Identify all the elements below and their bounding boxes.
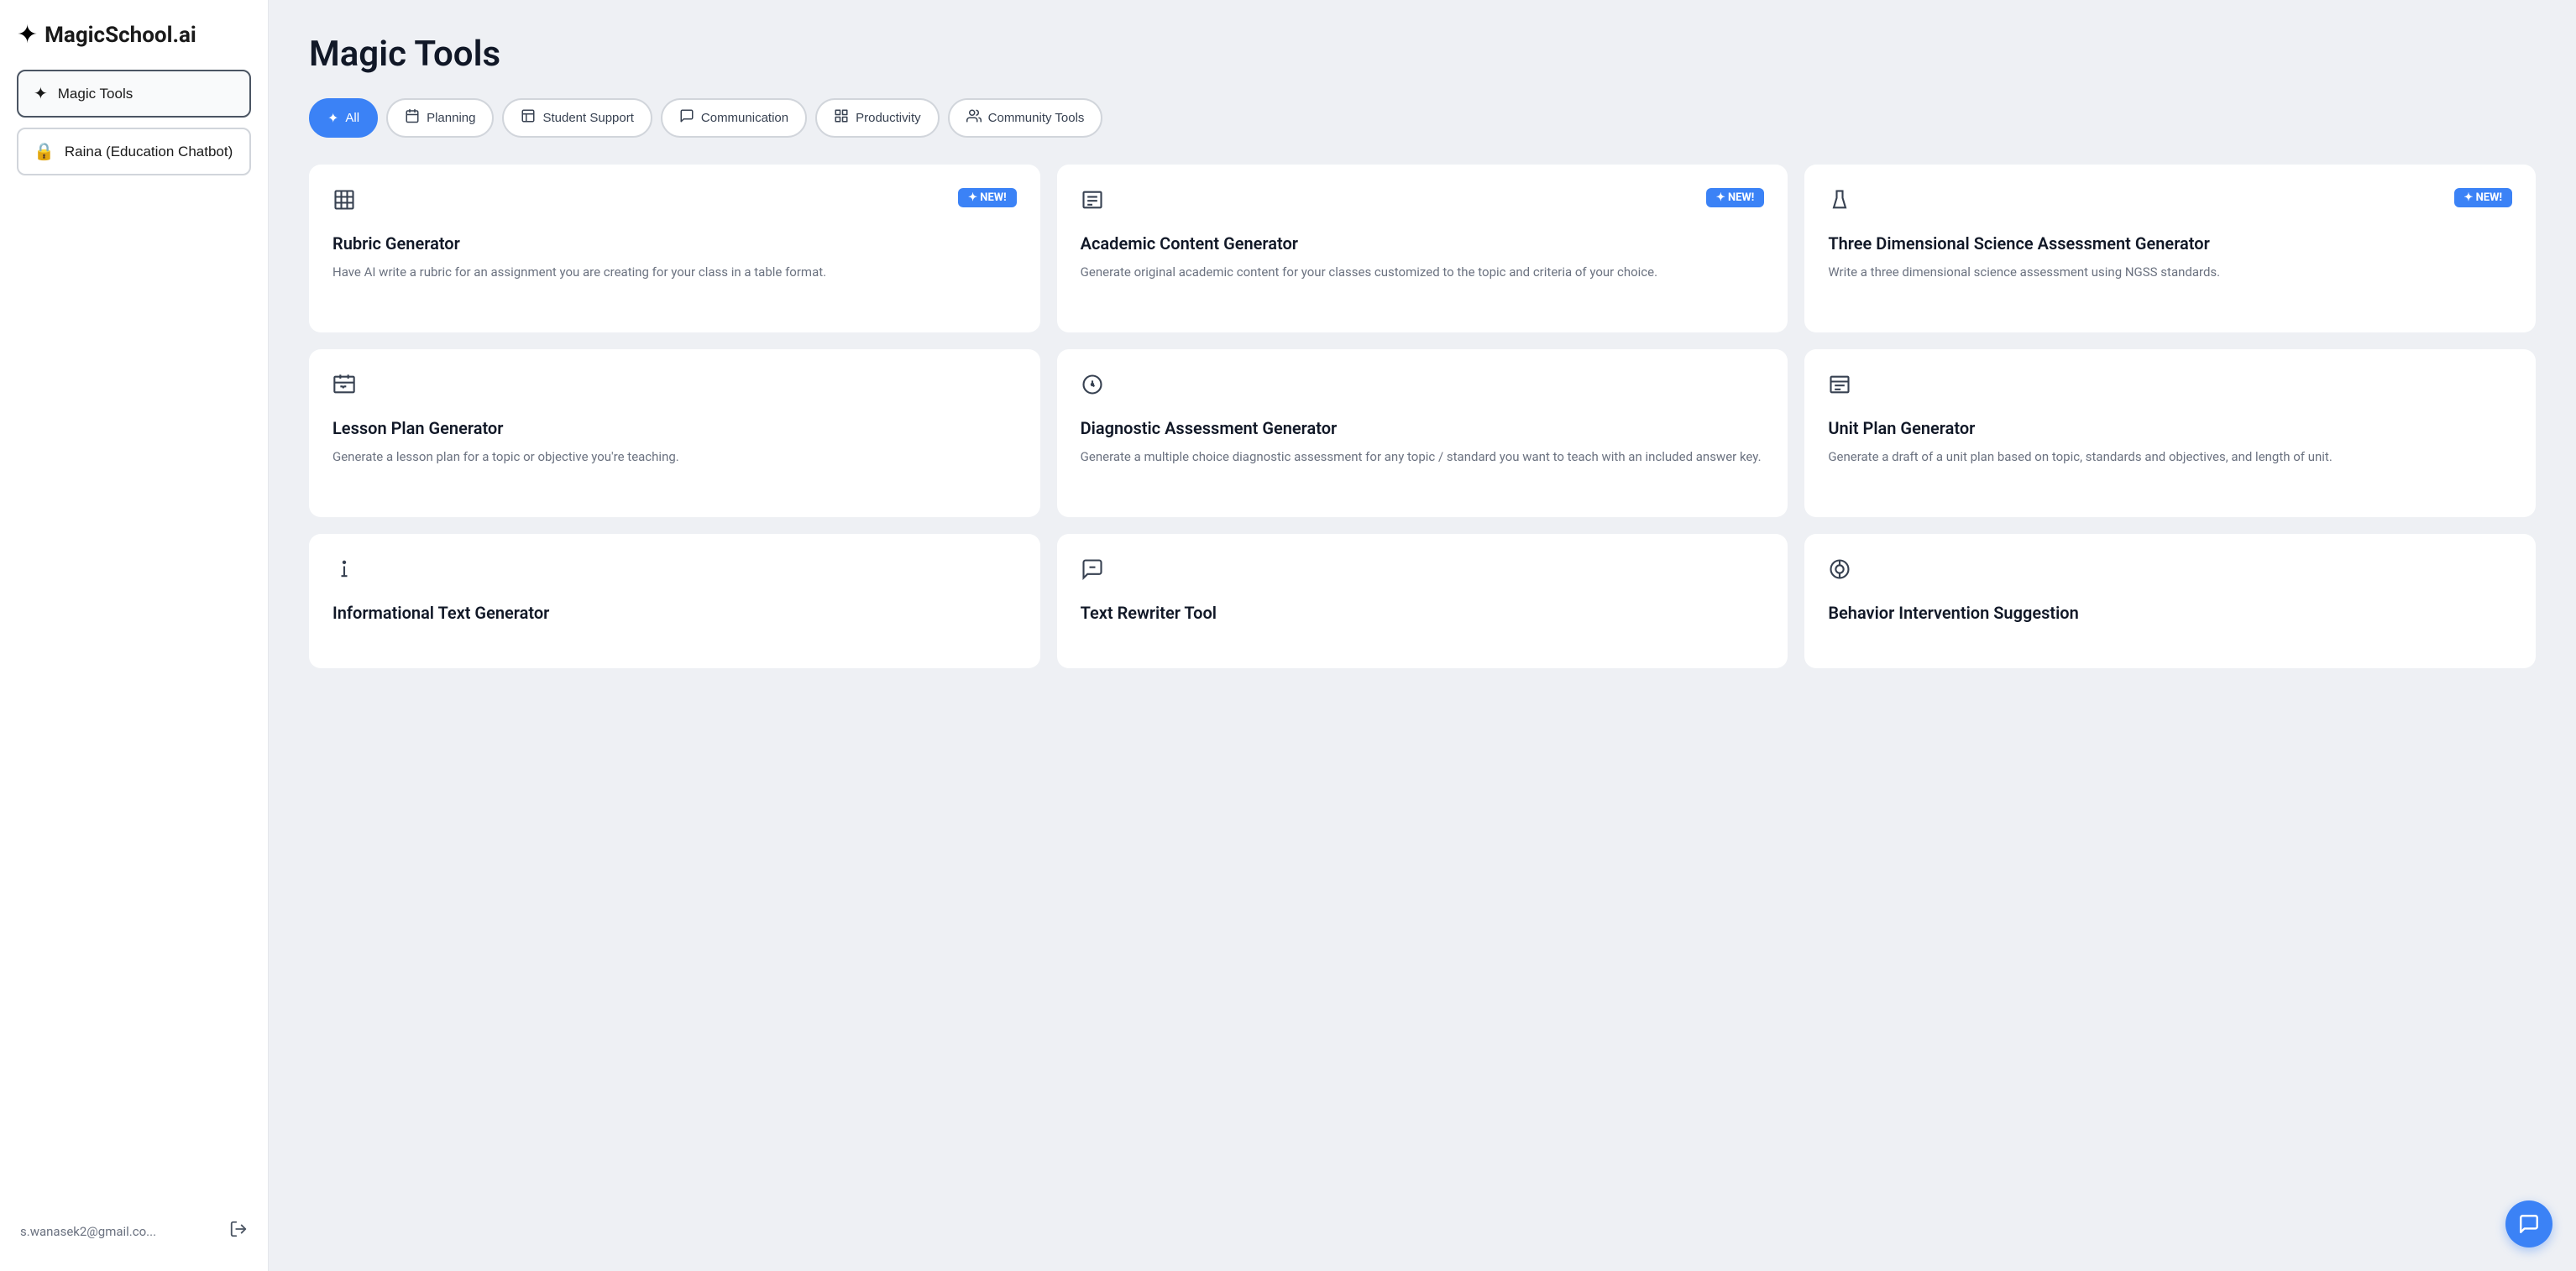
lesson-plan-icon	[332, 373, 356, 402]
tab-all[interactable]: ✦ All	[309, 98, 378, 138]
academic-content-icon	[1081, 188, 1104, 217]
card-header	[332, 373, 1017, 402]
academic-content-title: Academic Content Generator	[1081, 233, 1765, 254]
tab-student-support[interactable]: Student Support	[502, 98, 652, 138]
card-header	[1828, 373, 2512, 402]
communication-icon	[679, 108, 694, 128]
diagnostic-assessment-title: Diagnostic Assessment Generator	[1081, 417, 1765, 439]
tab-communication-label: Communication	[701, 111, 788, 125]
tool-card-three-dimensional-science[interactable]: ✦ NEW! Three Dimensional Science Assessm…	[1804, 165, 2536, 332]
tab-communication[interactable]: Communication	[661, 98, 807, 138]
card-header	[332, 557, 1017, 587]
student-support-icon	[521, 108, 536, 128]
tab-all-label: All	[345, 111, 359, 125]
science-assessment-desc: Write a three dimensional science assess…	[1828, 263, 2512, 282]
unit-plan-icon	[1828, 373, 1851, 402]
magic-tools-icon: ✦	[34, 83, 48, 104]
planning-icon	[405, 108, 420, 128]
filter-tabs: ✦ All Planning Student Support	[309, 98, 2536, 138]
sidebar-item-label-raina: Raina (Education Chatbot)	[65, 144, 233, 160]
new-badge-science: ✦ NEW!	[2454, 188, 2513, 207]
logo-area: ✦ MagicSchool.ai	[17, 20, 251, 50]
sidebar: ✦ MagicSchool.ai ✦ Magic Tools 🔒 Raina (…	[0, 0, 269, 1271]
user-email: s.wanasek2@gmail.co...	[20, 1224, 156, 1239]
all-icon: ✦	[327, 110, 338, 127]
behavior-intervention-icon	[1828, 557, 1851, 587]
tool-card-academic-content-generator[interactable]: ✦ NEW! Academic Content Generator Genera…	[1057, 165, 1788, 332]
productivity-icon	[834, 108, 849, 128]
logo-icon: ✦	[17, 20, 38, 50]
tool-card-text-rewriter-tool[interactable]: Text Rewriter Tool	[1057, 534, 1788, 668]
text-rewriter-icon	[1081, 557, 1104, 587]
text-rewriter-title: Text Rewriter Tool	[1081, 602, 1765, 624]
tool-card-unit-plan-generator[interactable]: Unit Plan Generator Generate a draft of …	[1804, 349, 2536, 517]
lesson-plan-title: Lesson Plan Generator	[332, 417, 1017, 439]
logout-icon[interactable]	[229, 1220, 248, 1242]
unit-plan-title: Unit Plan Generator	[1828, 417, 2512, 439]
tool-card-rubric-generator[interactable]: ✦ NEW! Rubric Generator Have AI write a …	[309, 165, 1040, 332]
tool-card-lesson-plan-generator[interactable]: Lesson Plan Generator Generate a lesson …	[309, 349, 1040, 517]
tab-planning[interactable]: Planning	[386, 98, 494, 138]
tool-card-informational-text-generator[interactable]: Informational Text Generator	[309, 534, 1040, 668]
card-header: ✦ NEW!	[332, 188, 1017, 217]
unit-plan-desc: Generate a draft of a unit plan based on…	[1828, 447, 2512, 467]
card-header: ✦ NEW!	[1828, 188, 2512, 217]
sidebar-item-label-magic-tools: Magic Tools	[58, 86, 133, 102]
sidebar-item-magic-tools[interactable]: ✦ Magic Tools	[17, 70, 251, 118]
rubric-generator-icon	[332, 188, 356, 217]
tab-student-support-label: Student Support	[542, 111, 633, 125]
tool-card-behavior-intervention-suggestion[interactable]: Behavior Intervention Suggestion	[1804, 534, 2536, 668]
behavior-intervention-title: Behavior Intervention Suggestion	[1828, 602, 2512, 624]
card-header	[1828, 557, 2512, 587]
sidebar-item-raina[interactable]: 🔒 Raina (Education Chatbot)	[17, 128, 251, 175]
rubric-generator-desc: Have AI write a rubric for an assignment…	[332, 263, 1017, 282]
lesson-plan-desc: Generate a lesson plan for a topic or ob…	[332, 447, 1017, 467]
card-header	[1081, 557, 1765, 587]
tab-productivity[interactable]: Productivity	[815, 98, 940, 138]
diagnostic-assessment-icon	[1081, 373, 1104, 402]
user-info: s.wanasek2@gmail.co...	[17, 1211, 251, 1251]
tab-productivity-label: Productivity	[856, 111, 921, 125]
main-content: Magic Tools ✦ All Planning Student Suppo…	[269, 0, 2576, 1271]
tool-card-diagnostic-assessment-generator[interactable]: Diagnostic Assessment Generator Generate…	[1057, 349, 1788, 517]
tab-community-tools[interactable]: Community Tools	[948, 98, 1103, 138]
informational-text-title: Informational Text Generator	[332, 602, 1017, 624]
lock-icon: 🔒	[34, 141, 55, 162]
new-badge-academic: ✦ NEW!	[1706, 188, 1765, 207]
chat-button[interactable]	[2505, 1200, 2552, 1247]
tab-planning-label: Planning	[427, 111, 475, 125]
tab-community-tools-label: Community Tools	[988, 111, 1085, 125]
informational-text-icon	[332, 557, 356, 587]
diagnostic-assessment-desc: Generate a multiple choice diagnostic as…	[1081, 447, 1765, 467]
tools-grid: ✦ NEW! Rubric Generator Have AI write a …	[309, 165, 2536, 668]
card-header: ✦ NEW!	[1081, 188, 1765, 217]
card-header	[1081, 373, 1765, 402]
science-assessment-icon	[1828, 188, 1851, 217]
rubric-generator-title: Rubric Generator	[332, 233, 1017, 254]
academic-content-desc: Generate original academic content for y…	[1081, 263, 1765, 282]
science-assessment-title: Three Dimensional Science Assessment Gen…	[1828, 233, 2512, 254]
logo-text: MagicSchool.ai	[45, 23, 196, 48]
new-badge-rubric: ✦ NEW!	[958, 188, 1017, 207]
page-title: Magic Tools	[309, 34, 2536, 75]
community-tools-icon	[966, 108, 982, 128]
